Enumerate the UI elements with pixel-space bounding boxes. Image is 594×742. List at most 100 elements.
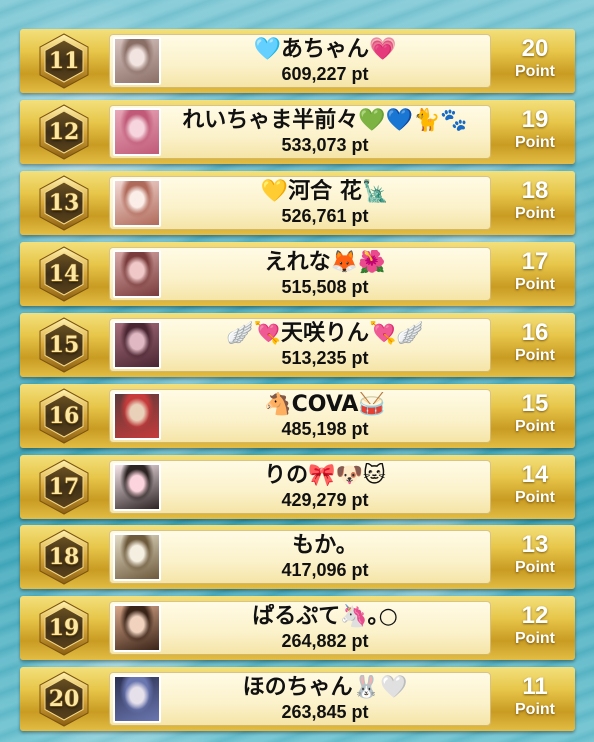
profile-photo[interactable] bbox=[113, 675, 161, 723]
points-label: Point bbox=[515, 134, 555, 151]
profile-photo[interactable] bbox=[113, 604, 161, 652]
entry-name: 🩵あちゃん💗 bbox=[253, 37, 397, 62]
points-award: 14 Point bbox=[500, 461, 570, 515]
points-award: 17 Point bbox=[500, 248, 570, 302]
rank-badge: 19 bbox=[38, 600, 90, 656]
rank-number: 20 bbox=[48, 686, 80, 712]
entry-score: 263,845 pt bbox=[281, 702, 369, 722]
rank-number: 11 bbox=[48, 48, 80, 74]
rank-number: 12 bbox=[48, 119, 80, 145]
points-value: 20 bbox=[521, 35, 549, 62]
points-label: Point bbox=[515, 630, 555, 647]
points-award: 13 Point bbox=[500, 531, 570, 585]
entry-score: 264,882 pt bbox=[281, 631, 369, 651]
points-value: 16 bbox=[521, 319, 549, 346]
entry-panel[interactable]: 🪽💘天咲りん💘🪽 513,235 pt bbox=[109, 318, 491, 372]
points-value: 13 bbox=[521, 531, 549, 558]
points-value: 18 bbox=[521, 177, 549, 204]
points-award: 15 Point bbox=[500, 390, 570, 444]
entry-name: ぱるぷて🦄｡○ bbox=[252, 604, 398, 629]
ranking-row: 19 ぱるぷて🦄｡○ 264,882 pt 12 Point bbox=[20, 596, 575, 660]
points-label: Point bbox=[515, 701, 555, 718]
points-label: Point bbox=[515, 205, 555, 222]
rank-number: 17 bbox=[48, 474, 80, 500]
points-value: 12 bbox=[521, 602, 549, 629]
points-value: 15 bbox=[521, 390, 549, 417]
rank-number: 18 bbox=[48, 544, 80, 570]
ranking-row: 12 れいちゃま半前々💚💙🐈🐾 533,073 pt 19 Point bbox=[20, 100, 575, 164]
entry-score: 515,508 pt bbox=[281, 277, 369, 297]
points-value: 17 bbox=[521, 248, 549, 275]
points-label: Point bbox=[515, 63, 555, 80]
entry-panel[interactable]: れいちゃま半前々💚💙🐈🐾 533,073 pt bbox=[109, 105, 491, 159]
entry-name: もか。 bbox=[292, 533, 358, 558]
points-label: Point bbox=[515, 276, 555, 293]
rank-number: 16 bbox=[48, 403, 80, 429]
profile-photo[interactable] bbox=[113, 108, 161, 156]
entry-name: 💛河合 花🗽 bbox=[260, 179, 390, 204]
profile-photo[interactable] bbox=[113, 463, 161, 511]
points-value: 11 bbox=[522, 673, 548, 700]
entry-name: 🪽💘天咲りん💘🪽 bbox=[226, 321, 424, 346]
points-award: 19 Point bbox=[500, 106, 570, 160]
entry-score: 513,235 pt bbox=[281, 348, 369, 368]
entry-panel[interactable]: ほのちゃん🐰🤍 263,845 pt bbox=[109, 672, 491, 726]
entry-score: 533,073 pt bbox=[281, 135, 369, 155]
entry-name: ほのちゃん🐰🤍 bbox=[242, 675, 408, 700]
profile-photo[interactable] bbox=[113, 250, 161, 298]
entry-score: 417,096 pt bbox=[281, 560, 369, 580]
points-award: 20 Point bbox=[500, 35, 570, 89]
rank-badge: 14 bbox=[38, 246, 90, 302]
ranking-row: 15 🪽💘天咲りん💘🪽 513,235 pt 16 Point bbox=[20, 313, 575, 377]
rank-number: 15 bbox=[48, 332, 80, 358]
points-label: Point bbox=[515, 418, 555, 435]
rank-badge: 20 bbox=[38, 671, 90, 727]
rank-badge: 16 bbox=[38, 388, 90, 444]
rank-badge: 11 bbox=[38, 33, 90, 89]
entry-name: れいちゃま半前々💚💙🐈🐾 bbox=[182, 108, 468, 133]
profile-photo[interactable] bbox=[113, 533, 161, 581]
rank-badge: 18 bbox=[38, 529, 90, 585]
entry-score: 429,279 pt bbox=[281, 490, 369, 510]
profile-photo[interactable] bbox=[113, 321, 161, 369]
points-label: Point bbox=[515, 347, 555, 364]
ranking-list: 11 🩵あちゃん💗 609,227 pt 20 Point 12 れいちゃま半前… bbox=[0, 0, 594, 742]
points-award: 16 Point bbox=[500, 319, 570, 373]
entry-name: 🐴COVA🥁 bbox=[264, 392, 386, 417]
points-label: Point bbox=[515, 489, 555, 506]
ranking-row: 16 🐴COVA🥁 485,198 pt 15 Point bbox=[20, 384, 575, 448]
entry-name: えれな🦊🌺 bbox=[264, 250, 386, 275]
ranking-row: 13 💛河合 花🗽 526,761 pt 18 Point bbox=[20, 171, 575, 235]
rank-badge: 17 bbox=[38, 459, 90, 515]
ranking-row: 11 🩵あちゃん💗 609,227 pt 20 Point bbox=[20, 29, 575, 93]
rank-badge: 12 bbox=[38, 104, 90, 160]
rank-badge: 15 bbox=[38, 317, 90, 373]
entry-panel[interactable]: 🩵あちゃん💗 609,227 pt bbox=[109, 34, 491, 88]
entry-score: 609,227 pt bbox=[281, 64, 369, 84]
ranking-row: 20 ほのちゃん🐰🤍 263,845 pt 11 Point bbox=[20, 667, 575, 731]
rank-number: 14 bbox=[48, 261, 80, 287]
entry-panel[interactable]: 🐴COVA🥁 485,198 pt bbox=[109, 389, 491, 443]
points-value: 14 bbox=[521, 461, 549, 488]
entry-score: 526,761 pt bbox=[281, 206, 369, 226]
profile-photo[interactable] bbox=[113, 392, 161, 440]
profile-photo[interactable] bbox=[113, 179, 161, 227]
entry-name: りの🎀🐶🐱 bbox=[264, 463, 386, 488]
points-award: 11 Point bbox=[500, 673, 570, 727]
points-award: 18 Point bbox=[500, 177, 570, 231]
entry-panel[interactable]: えれな🦊🌺 515,508 pt bbox=[109, 247, 491, 301]
entry-panel[interactable]: もか。 417,096 pt bbox=[109, 530, 491, 584]
rank-number: 13 bbox=[48, 190, 80, 216]
points-value: 19 bbox=[521, 106, 549, 133]
entry-panel[interactable]: 💛河合 花🗽 526,761 pt bbox=[109, 176, 491, 230]
entry-score: 485,198 pt bbox=[281, 419, 369, 439]
points-label: Point bbox=[515, 559, 555, 576]
ranking-row: 17 りの🎀🐶🐱 429,279 pt 14 Point bbox=[20, 455, 575, 519]
entry-panel[interactable]: ぱるぷて🦄｡○ 264,882 pt bbox=[109, 601, 491, 655]
ranking-row: 18 もか。 417,096 pt 13 Point bbox=[20, 525, 575, 589]
rank-badge: 13 bbox=[38, 175, 90, 231]
profile-photo[interactable] bbox=[113, 37, 161, 85]
entry-panel[interactable]: りの🎀🐶🐱 429,279 pt bbox=[109, 460, 491, 514]
points-award: 12 Point bbox=[500, 602, 570, 656]
ranking-row: 14 えれな🦊🌺 515,508 pt 17 Point bbox=[20, 242, 575, 306]
